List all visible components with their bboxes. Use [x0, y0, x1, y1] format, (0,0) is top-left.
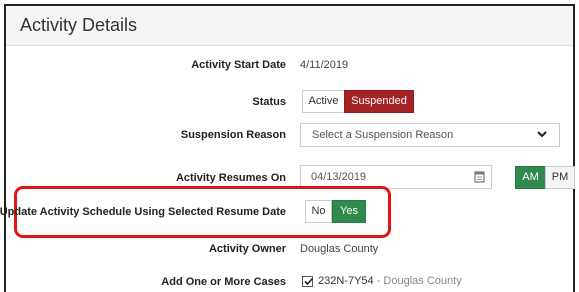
activity-details-panel: Activity Details	[4, 4, 575, 292]
panel-title: Activity Details	[20, 15, 138, 35]
update-schedule-no-button[interactable]: No	[305, 200, 332, 223]
pm-button[interactable]: PM	[545, 166, 575, 189]
status-suspended-button[interactable]: Suspended	[344, 90, 414, 113]
resumes-on-date-value: 04/13/2019	[311, 171, 367, 183]
calendar-icon[interactable]	[466, 166, 492, 188]
suspension-reason-placeholder: Select a Suspension Reason	[312, 129, 454, 141]
panel-header: Activity Details	[6, 6, 573, 46]
am-button[interactable]: AM	[515, 166, 546, 189]
case-county: - Douglas County	[373, 275, 462, 287]
start-date-label: Activity Start Date	[191, 59, 286, 71]
cases-label: Add One or More Cases	[161, 276, 286, 288]
chevron-down-icon	[537, 131, 547, 138]
resumes-on-label: Activity Resumes On	[175, 172, 286, 184]
update-schedule-label: Update Activity Schedule Using Selected …	[0, 206, 286, 218]
owner-label: Activity Owner	[208, 243, 286, 255]
owner-value: Douglas County	[300, 243, 379, 255]
update-schedule-yes-button[interactable]: Yes	[332, 200, 366, 223]
suspension-reason-select[interactable]: Select a Suspension Reason	[300, 123, 560, 147]
case-id: 232N-7Y54	[318, 275, 374, 287]
status-active-button[interactable]: Active	[302, 90, 345, 113]
start-date-value: 4/11/2019	[300, 59, 349, 71]
case-checkbox[interactable]	[302, 276, 314, 287]
status-label: Status	[252, 96, 286, 108]
check-icon	[304, 277, 314, 286]
suspension-reason-label: Suspension Reason	[180, 129, 286, 141]
case-item: 232N-7Y54 - Douglas County	[318, 275, 462, 287]
